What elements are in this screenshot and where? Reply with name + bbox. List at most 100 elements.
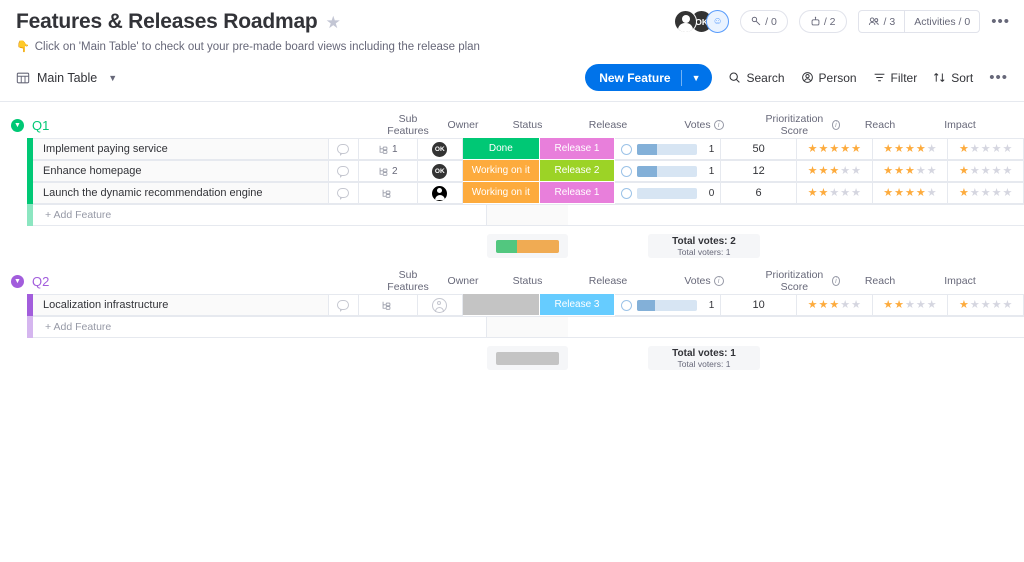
star-icon[interactable]: ★ <box>829 187 839 199</box>
toolbar-more-options-icon[interactable]: ••• <box>989 70 1008 85</box>
row-score-cell[interactable]: 10 <box>721 294 797 316</box>
vote-button[interactable] <box>621 299 633 311</box>
row-votes-cell[interactable]: 0 <box>615 182 722 204</box>
star-icon[interactable]: ★ <box>829 143 839 155</box>
column-header-c[interactable]: C <box>1000 270 1024 292</box>
row-confidence-cell[interactable]: ★ ★ ★ ★ ★ <box>948 182 1024 204</box>
subitems-indicator[interactable]: 1 <box>378 144 398 155</box>
chevron-down-icon[interactable]: ▼ <box>692 73 709 83</box>
row-impact-cell[interactable]: ★ ★ ★ ★ ★ <box>872 160 949 182</box>
add-feature-row[interactable]: + Add Feature <box>0 316 1024 338</box>
star-icon[interactable]: ★ <box>992 187 1002 199</box>
star-icon[interactable]: ★ <box>981 299 991 311</box>
row-name-cell[interactable]: Enhance homepage <box>33 160 329 182</box>
confidence-rating[interactable]: ★ ★ ★ ★ ★ <box>959 299 1012 311</box>
row-impact-cell[interactable]: ★ ★ ★ ★ ★ <box>872 182 949 204</box>
column-header-status[interactable]: Status <box>487 114 568 136</box>
favorite-star-icon[interactable]: ★ <box>326 14 341 31</box>
row-score-cell[interactable]: 12 <box>721 160 797 182</box>
star-icon[interactable]: ★ <box>970 187 980 199</box>
integrations-button[interactable]: / 0 <box>740 10 788 33</box>
row-subitems-cell[interactable] <box>358 294 418 316</box>
status-summary-cell[interactable] <box>487 346 568 370</box>
star-icon[interactable]: ★ <box>1002 299 1012 311</box>
chevron-down-icon[interactable]: ▼ <box>108 73 117 83</box>
row-updates-cell[interactable] <box>328 294 359 316</box>
status-summary-cell[interactable] <box>487 234 568 258</box>
row-status-cell[interactable] <box>463 294 540 316</box>
star-icon[interactable]: ★ <box>818 187 828 199</box>
subitems-indicator[interactable] <box>381 188 395 199</box>
reach-rating[interactable]: ★ ★ ★ ★ ★ <box>808 299 861 311</box>
info-icon[interactable]: i <box>831 276 840 286</box>
comment-bubble-icon[interactable] <box>337 300 350 312</box>
star-icon[interactable]: ★ <box>905 187 915 199</box>
row-impact-cell[interactable]: ★ ★ ★ ★ ★ <box>872 138 949 160</box>
column-header-status[interactable]: Status <box>487 270 568 292</box>
star-icon[interactable]: ★ <box>970 165 980 177</box>
column-header-votes[interactable]: Votes i <box>648 114 760 136</box>
owner-avatar[interactable]: OK <box>432 141 448 157</box>
star-icon[interactable]: ★ <box>883 143 893 155</box>
row-status-cell[interactable]: Done <box>463 138 540 160</box>
star-icon[interactable]: ★ <box>959 165 969 177</box>
star-icon[interactable]: ★ <box>894 165 904 177</box>
table-row[interactable]: Enhance homepage 2 OK Working on it Release … <box>0 160 1024 182</box>
row-subitems-cell[interactable]: 1 <box>358 138 418 160</box>
column-header-owner[interactable]: Owner <box>439 270 487 292</box>
impact-rating[interactable]: ★ ★ ★ ★ ★ <box>883 187 936 199</box>
add-feature-row[interactable]: + Add Feature <box>0 204 1024 226</box>
comment-bubble-icon[interactable] <box>337 144 350 156</box>
row-owner-cell[interactable]: OK <box>417 160 463 182</box>
column-header-sub-features[interactable]: Sub Features <box>377 113 439 137</box>
star-icon[interactable]: ★ <box>894 143 904 155</box>
invite-members-icon[interactable]: ☺ <box>706 10 730 33</box>
row-release-cell[interactable]: Release 3 <box>539 294 616 316</box>
table-row[interactable]: Launch the dynamic recommendation engine… <box>0 182 1024 204</box>
star-icon[interactable]: ★ <box>883 165 893 177</box>
impact-rating[interactable]: ★ ★ ★ ★ ★ <box>883 299 936 311</box>
table-row[interactable]: Localization infrastructure Release 3 1 10 ★… <box>0 294 1024 316</box>
column-header-prioritization-score[interactable]: Prioritization Score i <box>760 269 840 293</box>
row-confidence-cell[interactable]: ★ ★ ★ ★ ★ <box>948 160 1024 182</box>
automations-button[interactable]: / 2 <box>798 10 847 33</box>
star-icon[interactable]: ★ <box>916 143 926 155</box>
row-confidence-cell[interactable]: ★ ★ ★ ★ ★ <box>948 138 1024 160</box>
person-filter-button[interactable]: Person <box>801 71 857 85</box>
star-icon[interactable]: ★ <box>1002 187 1012 199</box>
column-header-prioritization-score[interactable]: Prioritization Score i <box>760 113 840 137</box>
votes-summary-cell[interactable]: Total votes: 1 Total voters: 1 <box>648 346 760 370</box>
info-icon[interactable]: i <box>713 120 724 130</box>
column-header-sub-features[interactable]: Sub Features <box>377 269 439 293</box>
column-header-reach[interactable]: Reach <box>840 270 920 292</box>
collapse-group-icon[interactable]: ▼ <box>11 118 24 132</box>
table-row[interactable]: Implement paying service 1 OK Done Release 1… <box>0 138 1024 160</box>
row-votes-cell[interactable]: 1 <box>615 138 722 160</box>
confidence-rating[interactable]: ★ ★ ★ ★ ★ <box>959 143 1012 155</box>
row-name-cell[interactable]: Implement paying service <box>33 138 329 160</box>
owner-avatar[interactable]: OK <box>432 163 448 179</box>
star-icon[interactable]: ★ <box>808 299 818 311</box>
row-reach-cell[interactable]: ★ ★ ★ ★ ★ <box>796 160 873 182</box>
star-icon[interactable]: ★ <box>883 299 893 311</box>
board-members-button[interactable]: / 3 <box>859 11 905 32</box>
add-feature-button[interactable]: + Add Feature <box>33 316 487 338</box>
row-reach-cell[interactable]: ★ ★ ★ ★ ★ <box>796 294 873 316</box>
vote-button[interactable] <box>621 165 633 177</box>
star-icon[interactable]: ★ <box>992 165 1002 177</box>
star-icon[interactable]: ★ <box>981 165 991 177</box>
impact-rating[interactable]: ★ ★ ★ ★ ★ <box>883 165 936 177</box>
avatar[interactable] <box>674 10 698 33</box>
row-release-cell[interactable]: Release 1 <box>539 138 616 160</box>
comment-bubble-icon[interactable] <box>337 188 350 200</box>
column-header-impact[interactable]: Impact <box>920 114 1000 136</box>
star-icon[interactable]: ★ <box>916 165 926 177</box>
column-header-c[interactable]: C <box>1000 114 1024 136</box>
add-feature-button[interactable]: + Add Feature <box>33 204 487 226</box>
group-title[interactable]: Q1 <box>32 118 49 133</box>
row-status-cell[interactable]: Working on it <box>463 160 540 182</box>
star-icon[interactable]: ★ <box>970 143 980 155</box>
reach-rating[interactable]: ★ ★ ★ ★ ★ <box>808 165 861 177</box>
star-icon[interactable]: ★ <box>840 143 850 155</box>
star-icon[interactable]: ★ <box>829 299 839 311</box>
